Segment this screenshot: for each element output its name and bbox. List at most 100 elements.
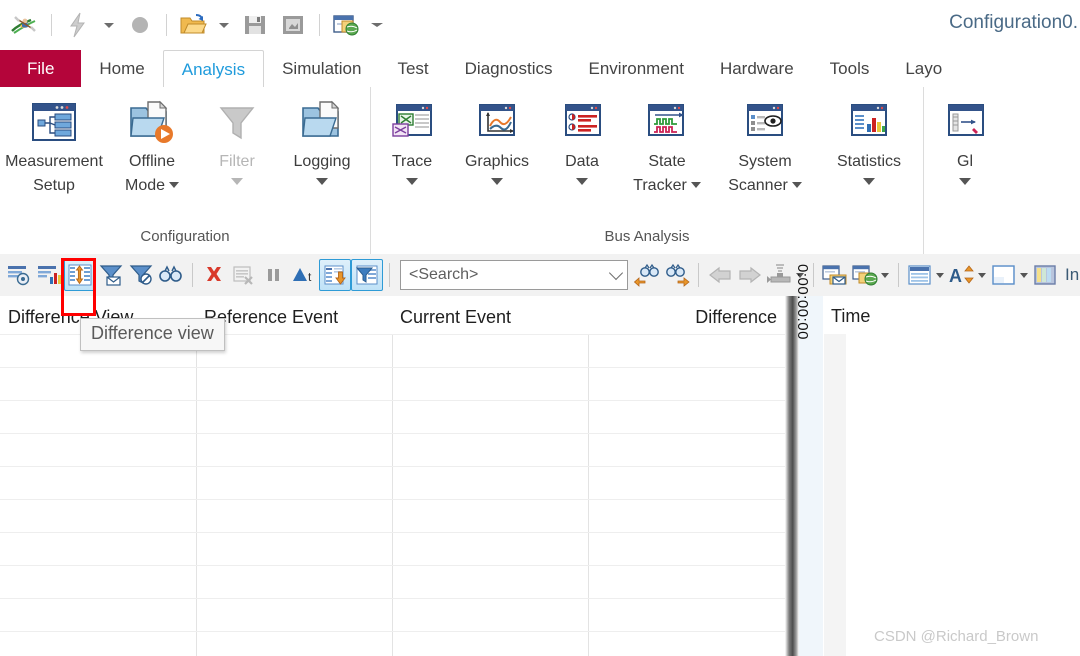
- toolbar-separator-5: [898, 263, 899, 287]
- open-folder-icon[interactable]: [176, 8, 210, 42]
- time-ruler-label: 0:00:00:00: [794, 264, 811, 340]
- find-icon[interactable]: [156, 260, 186, 290]
- search-input[interactable]: <Search>: [400, 260, 628, 290]
- font-size-dropdown-caret-icon[interactable]: [978, 272, 986, 278]
- system-scanner-icon: [741, 96, 789, 148]
- trace-icon: [388, 96, 436, 148]
- ribbon-button-gps[interactable]: Gl: [926, 93, 1004, 190]
- filter-remove-icon[interactable]: [126, 260, 156, 290]
- grid-row-divider: [0, 631, 785, 632]
- chevron-down-icon[interactable]: [576, 172, 588, 190]
- ribbon-button-label-2: Setup: [33, 177, 75, 194]
- ribbon-button-statistics[interactable]: Statistics: [817, 93, 921, 190]
- tab-tools[interactable]: Tools: [812, 50, 888, 87]
- chevron-down-icon[interactable]: [169, 181, 180, 188]
- svg-text:A: A: [949, 266, 962, 286]
- sort-at-icon[interactable]: t: [289, 260, 319, 290]
- window-layout-dropdown-caret-icon[interactable]: [1020, 272, 1028, 278]
- grid-body[interactable]: [0, 334, 785, 656]
- ribbon-button-measurement-setup[interactable]: Measurement Setup: [2, 93, 106, 196]
- search-next-icon[interactable]: [662, 260, 692, 290]
- chevron-down-icon[interactable]: [406, 172, 418, 190]
- save-as-icon[interactable]: [276, 8, 310, 42]
- export-message-icon[interactable]: [820, 260, 850, 290]
- save-icon[interactable]: [238, 8, 272, 42]
- statistics-icon: [845, 96, 893, 148]
- configuration-web-icon[interactable]: [329, 8, 363, 42]
- ribbon-group-title: Configuration: [140, 228, 230, 245]
- ribbon-button-logging[interactable]: Logging: [276, 93, 368, 190]
- column-setup-icon[interactable]: [1031, 260, 1061, 290]
- tab-hardware[interactable]: Hardware: [702, 50, 812, 87]
- pause-icon[interactable]: [259, 260, 289, 290]
- time-ruler[interactable]: 0:00:00:00: [794, 264, 824, 656]
- clear-all-icon[interactable]: [199, 260, 229, 290]
- scroll-to-end-icon[interactable]: [319, 259, 351, 291]
- column-header-reference-event[interactable]: Reference Event: [196, 307, 392, 334]
- tab-home[interactable]: Home: [81, 50, 162, 87]
- column-header-current-event[interactable]: Current Event: [392, 307, 588, 334]
- font-size-icon[interactable]: A: [947, 260, 977, 290]
- tooltip-difference-view: Difference view: [80, 318, 225, 351]
- search-prev-icon[interactable]: [632, 260, 662, 290]
- back-arrow-icon[interactable]: [705, 260, 735, 290]
- chevron-down-icon[interactable]: [863, 172, 875, 190]
- tab-analysis[interactable]: Analysis: [162, 50, 265, 88]
- clear-list-icon[interactable]: [229, 260, 259, 290]
- open-dropdown-caret-icon[interactable]: [214, 8, 234, 42]
- ribbon-button-label-2: Tracker: [633, 175, 701, 196]
- difference-view-icon[interactable]: [64, 259, 96, 291]
- filter-message-icon[interactable]: [96, 260, 126, 290]
- export-dropdown-caret-icon[interactable]: [881, 272, 889, 278]
- ribbon-tabstrip: File Home Analysis Simulation Test Diagn…: [0, 50, 1080, 88]
- window-layout-icon[interactable]: [989, 260, 1019, 290]
- ribbon-button-system-scanner[interactable]: System Scanner: [713, 93, 817, 196]
- tab-layout[interactable]: Layo: [887, 50, 960, 87]
- toolbar-separator-1: [192, 263, 193, 287]
- ribbon-button-label: Filter: [219, 153, 255, 170]
- export-web-icon[interactable]: [850, 260, 880, 290]
- chevron-down-icon[interactable]: [316, 172, 328, 190]
- ribbon-group-configuration: Measurement Setup Offline Mode Filter Lo…: [0, 87, 370, 254]
- vertical-scrollbar[interactable]: [785, 296, 799, 656]
- tab-file[interactable]: File: [0, 50, 82, 87]
- ribbon-button-state-tracker[interactable]: State Tracker: [621, 93, 713, 196]
- row-layout-dropdown-caret-icon[interactable]: [936, 272, 944, 278]
- tab-diagnostics[interactable]: Diagnostics: [447, 50, 571, 87]
- ribbon-group-title: Bus Analysis: [604, 228, 690, 245]
- ribbon-button-graphics[interactable]: Graphics: [451, 93, 543, 190]
- tab-test[interactable]: Test: [379, 50, 446, 87]
- flash-dropdown-caret-icon[interactable]: [99, 8, 119, 42]
- flash-icon[interactable]: [61, 8, 95, 42]
- analysis-filter-icon[interactable]: [351, 259, 383, 291]
- chevron-down-icon[interactable]: [491, 172, 503, 190]
- forward-arrow-icon[interactable]: [735, 260, 765, 290]
- chevron-down-icon[interactable]: [690, 181, 701, 188]
- ribbon-button-trace[interactable]: Trace: [373, 93, 451, 190]
- marker-icon[interactable]: [765, 260, 795, 290]
- ribbon-button-offline-mode[interactable]: Offline Mode: [106, 93, 198, 196]
- grid-row-divider: [0, 532, 785, 533]
- ribbon-button-data[interactable]: Data: [543, 93, 621, 190]
- chevron-down-icon[interactable]: [791, 181, 802, 188]
- ribbon-panel: Measurement Setup Offline Mode Filter Lo…: [0, 87, 1080, 255]
- statistics-view-icon[interactable]: [34, 260, 64, 290]
- qat-separator-1: [51, 14, 52, 36]
- tab-environment[interactable]: Environment: [571, 50, 702, 87]
- grid-column-divider: [588, 334, 589, 656]
- chevron-down-icon[interactable]: [959, 172, 971, 190]
- stop-icon[interactable]: [123, 8, 157, 42]
- qat-separator-3: [319, 14, 320, 36]
- measurement-setup-icon: [29, 96, 79, 148]
- toolbar-separator-2: [389, 263, 390, 287]
- chevron-down-icon[interactable]: [231, 172, 243, 190]
- ribbon-button-filter[interactable]: Filter: [198, 93, 276, 190]
- trace-config-icon[interactable]: [4, 260, 34, 290]
- tab-simulation[interactable]: Simulation: [264, 50, 379, 87]
- chevron-down-icon[interactable]: [608, 265, 624, 281]
- customize-qat-caret-icon[interactable]: [367, 8, 387, 42]
- ribbon-button-label-2: Scanner: [728, 175, 802, 196]
- app-logo-icon[interactable]: [8, 8, 42, 42]
- column-header-difference[interactable]: Difference: [588, 307, 785, 334]
- row-layout-icon[interactable]: [905, 260, 935, 290]
